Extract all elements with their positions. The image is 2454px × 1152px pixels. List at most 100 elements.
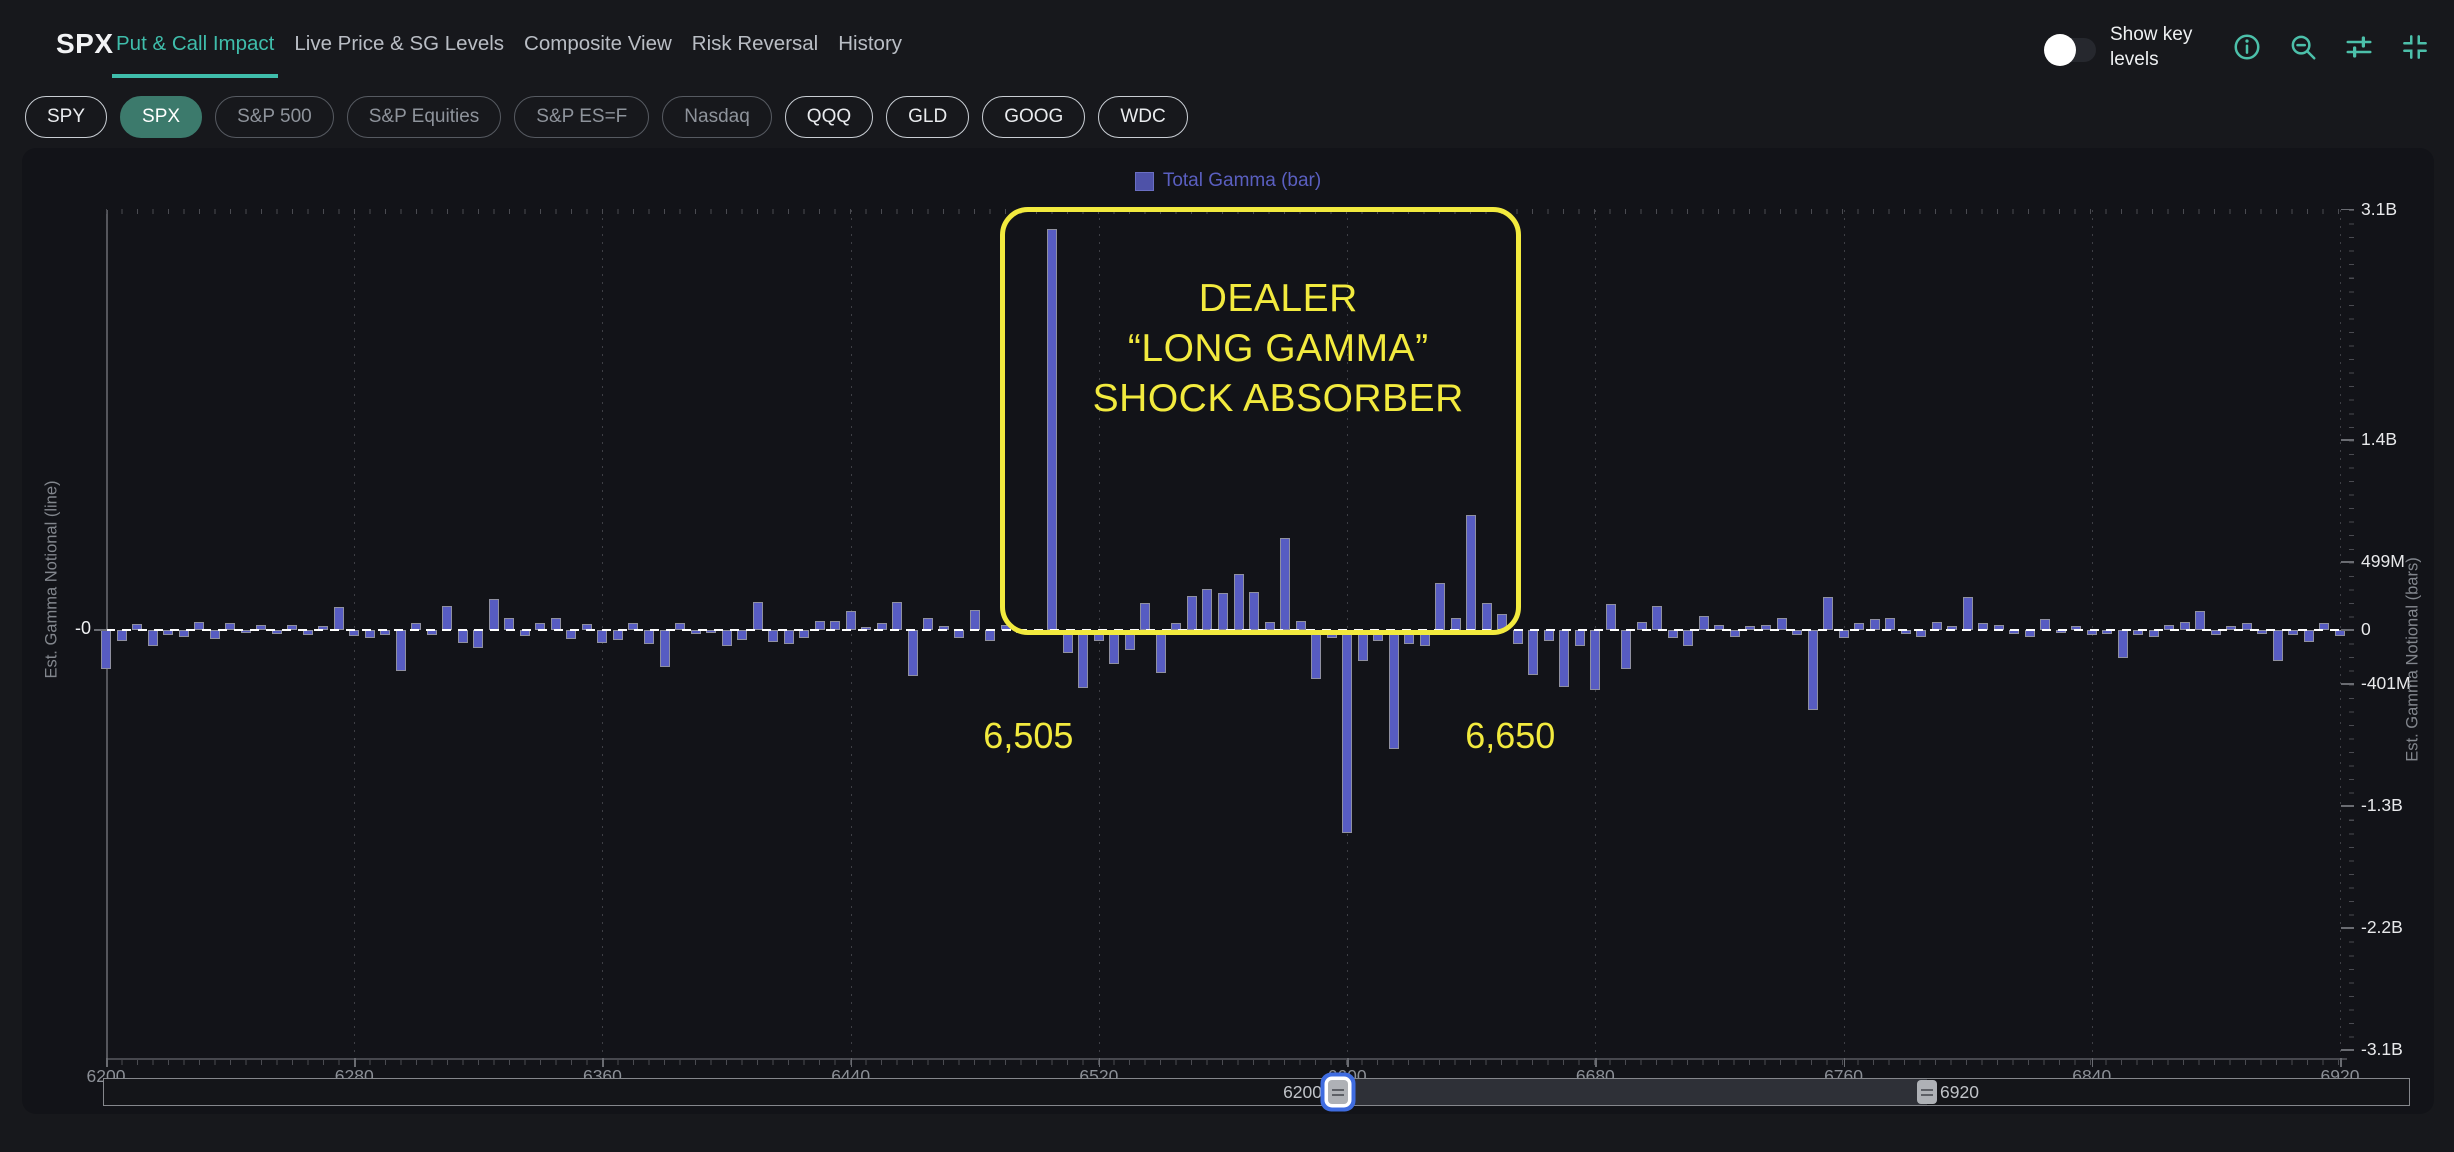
gamma-bar bbox=[1156, 630, 1166, 673]
gamma-bar bbox=[1311, 630, 1321, 679]
y-tick-dash bbox=[2341, 1049, 2354, 1051]
gamma-bar bbox=[660, 630, 670, 667]
ticker-pill-wdc[interactable]: WDC bbox=[1098, 96, 1187, 138]
gamma-bar bbox=[179, 630, 189, 637]
toggle-label: Show key levels bbox=[2110, 22, 2206, 72]
gamma-bar bbox=[970, 610, 980, 630]
tab-put-call-impact[interactable]: Put & Call Impact bbox=[116, 32, 274, 70]
gamma-bar bbox=[334, 607, 344, 630]
gamma-bar bbox=[1730, 630, 1740, 637]
toggle-knob bbox=[2044, 34, 2076, 66]
gamma-bar bbox=[148, 630, 158, 646]
gamma-bar bbox=[2118, 630, 2128, 658]
y-tick-label: -1.3B bbox=[2361, 795, 2403, 816]
info-icon[interactable] bbox=[2232, 32, 2262, 62]
collapse-icon[interactable] bbox=[2400, 32, 2430, 62]
left-zero-dash bbox=[94, 629, 107, 631]
ticker-pill-nasdaq[interactable]: Nasdaq bbox=[662, 96, 772, 138]
slider-handle-right[interactable] bbox=[1917, 1080, 1937, 1104]
y-tick-label: -2.2B bbox=[2361, 917, 2403, 938]
chart-panel: Total Gamma (bar) 3.1B1.4B499M0-401M-1.3… bbox=[22, 148, 2434, 1114]
gamma-bar bbox=[753, 602, 763, 630]
slider-to-label: 6920 bbox=[1940, 1082, 1979, 1103]
gamma-bar bbox=[489, 599, 499, 630]
gamma-bar bbox=[473, 630, 483, 648]
y-tick-dash bbox=[2341, 209, 2354, 211]
ticker-pill-spy[interactable]: SPY bbox=[25, 96, 107, 138]
slider-from-label: 6200 bbox=[1242, 1082, 1322, 1103]
zoom-out-icon[interactable] bbox=[2288, 32, 2318, 62]
gamma-bar bbox=[1109, 630, 1119, 664]
annotation-strike-label: 6,650 bbox=[1465, 715, 1555, 757]
gamma-bar bbox=[1342, 630, 1352, 833]
y-tick-label: 0 bbox=[2361, 619, 2371, 640]
gamma-bar bbox=[1621, 630, 1631, 669]
slider-selected-range[interactable] bbox=[1338, 1079, 1927, 1105]
slider-handle-left[interactable] bbox=[1328, 1080, 1348, 1104]
annotation-line: SHOCK ABSORBER bbox=[1093, 374, 1464, 424]
tab-risk-reversal[interactable]: Risk Reversal bbox=[692, 32, 818, 70]
y-tick-label: 499M bbox=[2361, 551, 2405, 572]
y-tick-dash bbox=[2341, 561, 2354, 563]
app-header: SPX Put & Call Impact Live Price & SG Lev… bbox=[0, 0, 2454, 148]
ticker-pill-s-p-equities[interactable]: S&P Equities bbox=[347, 96, 502, 138]
gamma-bar bbox=[1606, 604, 1616, 630]
gamma-bar bbox=[1823, 597, 1833, 630]
x-axis-minor-ticks bbox=[106, 1060, 2347, 1065]
gamma-bar bbox=[2304, 630, 2314, 642]
ticker-pill-gld[interactable]: GLD bbox=[886, 96, 969, 138]
gamma-bar bbox=[1808, 630, 1818, 710]
gamma-bar bbox=[1528, 630, 1538, 675]
annotation-line: DEALER bbox=[1199, 274, 1358, 324]
y-axis-minor-ticks bbox=[2349, 210, 2354, 1058]
symbol-title: SPX bbox=[56, 28, 114, 60]
gamma-bar bbox=[892, 602, 902, 630]
gamma-bar bbox=[799, 630, 809, 638]
gamma-bar bbox=[1652, 606, 1662, 630]
ticker-pill-qqq[interactable]: QQQ bbox=[785, 96, 873, 138]
y-tick-label: 3.1B bbox=[2361, 199, 2397, 220]
gamma-bar bbox=[566, 630, 576, 639]
ticker-pill-goog[interactable]: GOOG bbox=[982, 96, 1085, 138]
ticker-pill-s-p-es-f[interactable]: S&P ES=F bbox=[514, 96, 649, 138]
gamma-bar bbox=[1668, 630, 1678, 638]
gamma-bar bbox=[1078, 630, 1088, 688]
ticker-pill-spx[interactable]: SPX bbox=[120, 96, 202, 138]
tab-live-price-sg-levels[interactable]: Live Price & SG Levels bbox=[294, 32, 504, 70]
gamma-bar bbox=[1916, 630, 1926, 637]
gamma-bar bbox=[2195, 611, 2205, 630]
y-axis-left-title: Est. Gamma Notional (line) bbox=[43, 470, 62, 690]
toolbar: Show key levels bbox=[2048, 22, 2430, 72]
ticker-pill-s-p-500[interactable]: S&P 500 bbox=[215, 96, 334, 138]
tab-composite-view[interactable]: Composite View bbox=[524, 32, 672, 70]
gamma-bar bbox=[644, 630, 654, 644]
tune-icon[interactable] bbox=[2344, 32, 2374, 62]
y-tick-dash bbox=[2341, 683, 2354, 685]
gamma-bar bbox=[1590, 630, 1600, 690]
gamma-bar bbox=[722, 630, 732, 646]
ticker-pill-row: SPY SPX S&P 500 S&P Equities S&P ES=F Nasdaq Q… bbox=[25, 96, 1188, 138]
y-tick-label: 1.4B bbox=[2361, 429, 2397, 450]
tab-history[interactable]: History bbox=[838, 32, 902, 70]
gamma-bar bbox=[458, 630, 468, 643]
gamma-bar bbox=[597, 630, 607, 643]
gamma-bar bbox=[1389, 630, 1399, 749]
annotation-box: DEALER“LONG GAMMA”SHOCK ABSORBER bbox=[1000, 207, 1521, 635]
gamma-bar bbox=[1575, 630, 1585, 646]
gamma-bar bbox=[784, 630, 794, 644]
gamma-bar bbox=[1559, 630, 1569, 687]
show-key-levels-toggle[interactable] bbox=[2048, 38, 2096, 62]
annotation-line: “LONG GAMMA” bbox=[1128, 324, 1429, 374]
plot-area[interactable]: 3.1B1.4B499M0-401M-1.3B-2.2B-3.1B-062006… bbox=[22, 148, 2434, 1114]
gamma-bar bbox=[613, 630, 623, 640]
gamma-bar bbox=[117, 630, 127, 641]
tab-bar: Put & Call Impact Live Price & SG Levels C… bbox=[116, 32, 902, 70]
y-tick-dash bbox=[2341, 927, 2354, 929]
gamma-bar bbox=[954, 630, 964, 638]
gamma-bar bbox=[1839, 630, 1849, 638]
gamma-bar bbox=[1699, 616, 1709, 630]
gamma-bar bbox=[2149, 630, 2159, 637]
gamma-bar bbox=[985, 630, 995, 641]
gamma-bar bbox=[908, 630, 918, 676]
gamma-bar bbox=[210, 630, 220, 639]
